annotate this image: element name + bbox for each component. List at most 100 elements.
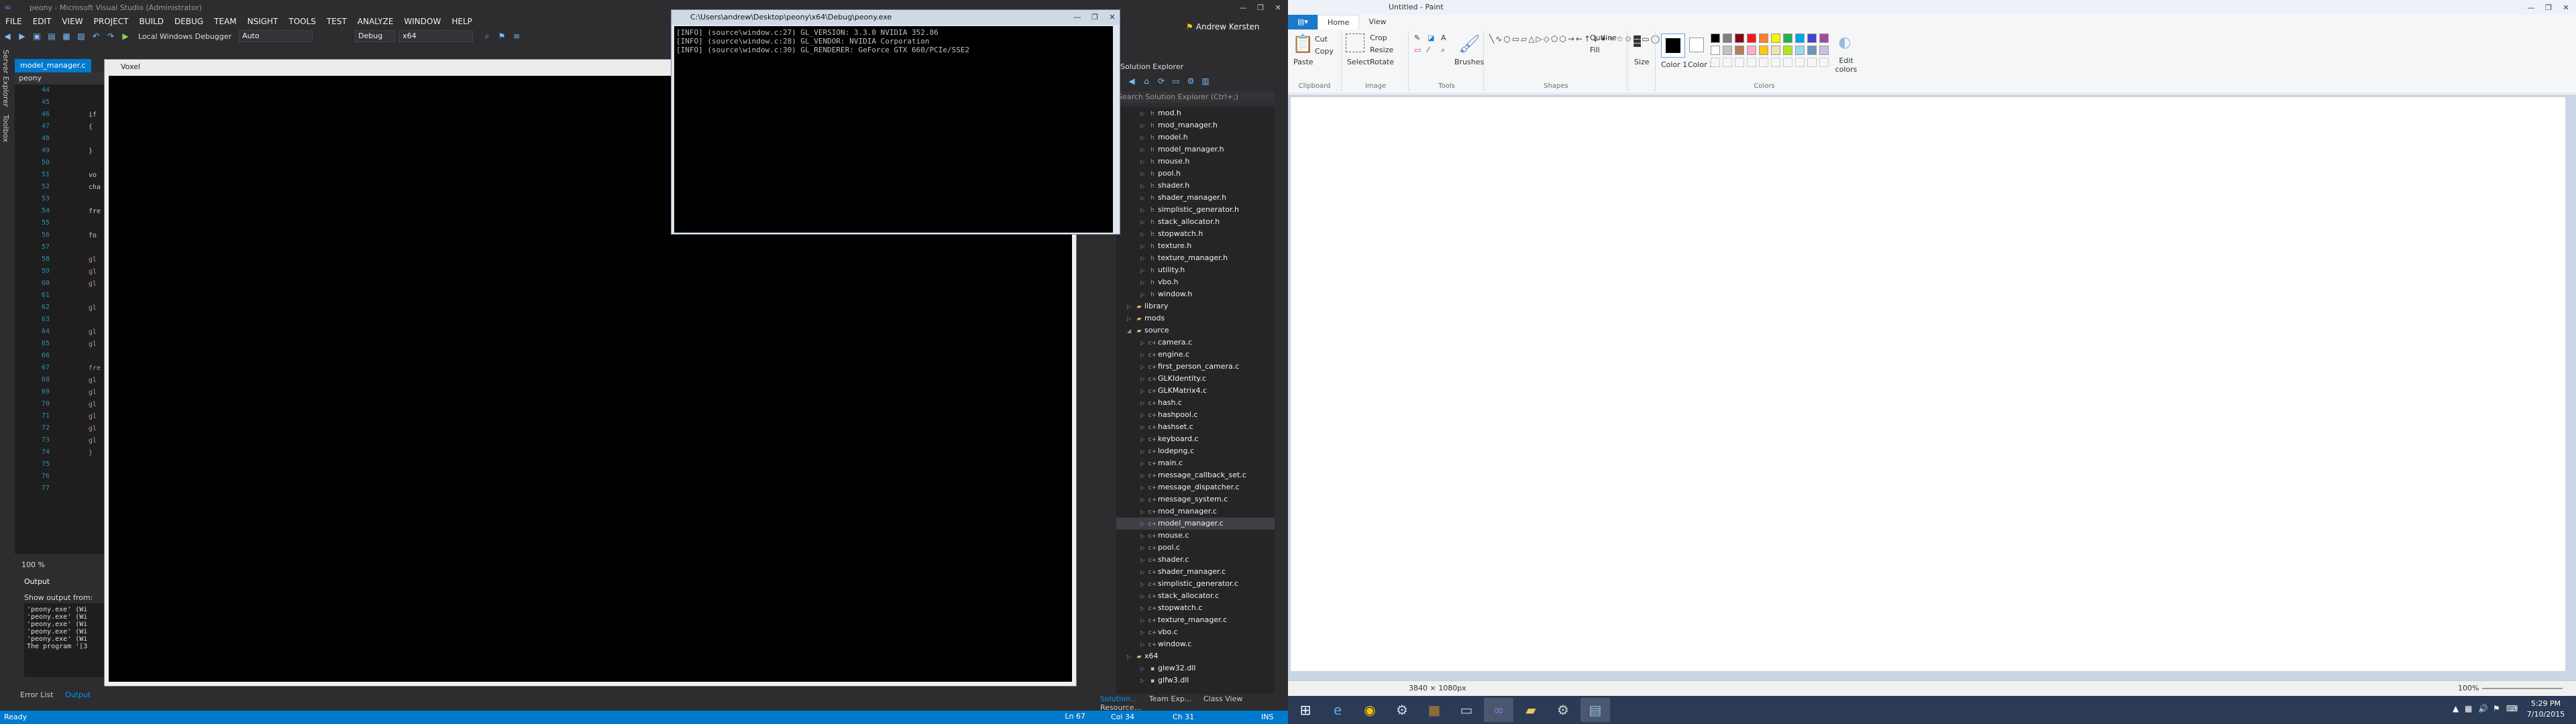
tree-file[interactable]: ▷ c+ engine.c xyxy=(1116,349,1275,361)
collapse-icon[interactable]: ▭ xyxy=(1171,76,1181,86)
expand-arrow-icon[interactable]: ▷ xyxy=(1140,422,1147,434)
tab-team-explorer[interactable]: Team Exp... xyxy=(1149,695,1192,703)
eraser-icon[interactable]: ▭ xyxy=(1414,46,1421,54)
palette-color-swatch[interactable] xyxy=(1783,46,1792,55)
back-icon[interactable]: ◀ xyxy=(1126,76,1137,86)
palette-color-swatch[interactable] xyxy=(1771,34,1780,43)
menu-tools[interactable]: TOOLS xyxy=(283,17,321,26)
menu-nsight[interactable]: NSIGHT xyxy=(242,17,284,26)
platform-select[interactable]: x64 xyxy=(399,30,474,42)
tree-file[interactable]: ▷ c+ hashpool.c xyxy=(1116,409,1275,421)
flag-icon[interactable]: ⚑ xyxy=(2493,704,2500,713)
expand-arrow-icon[interactable]: ▷ xyxy=(1140,385,1147,398)
brushes-button[interactable]: Brushes xyxy=(1454,58,1484,66)
volume-icon[interactable]: 🔊 xyxy=(2478,704,2488,713)
tree-file[interactable]: ▷ c+ GLKMatrix4.c xyxy=(1116,385,1275,397)
tree-file[interactable]: ▷ ▪ glfw3.dll xyxy=(1116,674,1275,686)
palette-color-swatch[interactable] xyxy=(1747,34,1756,43)
expand-arrow-icon[interactable]: ▷ xyxy=(1140,446,1147,458)
tree-file[interactable]: ▷ h model_manager.h xyxy=(1116,143,1275,156)
expand-arrow-icon[interactable]: ▷ xyxy=(1140,229,1147,241)
expand-arrow-icon[interactable]: ▷ xyxy=(1140,663,1147,675)
expand-arrow-icon[interactable]: ▷ xyxy=(1140,566,1147,579)
close-button[interactable]: ✕ xyxy=(1269,1,1287,13)
expand-arrow-icon[interactable]: ▷ xyxy=(1140,398,1147,410)
tree-folder[interactable]: ▷ ▰ mods xyxy=(1116,312,1275,324)
maximize-button[interactable]: ❐ xyxy=(1252,1,1269,13)
menu-debug[interactable]: DEBUG xyxy=(169,17,209,26)
expand-arrow-icon[interactable]: ▷ xyxy=(1140,361,1147,373)
tree-file[interactable]: ▷ c+ first_person_camera.c xyxy=(1116,361,1275,373)
tree-file[interactable]: ▷ c+ pool.c xyxy=(1116,542,1275,554)
tree-folder[interactable]: ▷ ▰ x64 xyxy=(1116,650,1275,662)
menu-help[interactable]: HELP xyxy=(446,17,478,26)
debugger-select[interactable]: Local Windows Debugger xyxy=(138,32,231,41)
tree-file[interactable]: ▷ c+ message_callback_set.c xyxy=(1116,469,1275,481)
expand-arrow-icon[interactable]: ▷ xyxy=(1140,542,1147,554)
edit-colors-icon[interactable]: ◐ xyxy=(1834,32,1856,54)
tree-file[interactable]: ▷ h window.h xyxy=(1116,288,1275,300)
expand-arrow-icon[interactable]: ▷ xyxy=(1127,301,1134,313)
tree-file[interactable]: ▷ c+ mouse.c xyxy=(1116,530,1275,542)
expand-arrow-icon[interactable]: ▷ xyxy=(1140,470,1147,482)
code-editor[interactable]: 44 45 46 47 48 49 50 51 52 53 54 55 56 57 58 59 60 61 62 63… xyxy=(15,84,109,554)
paint-icon[interactable]: ▤ xyxy=(1580,698,1610,722)
expand-arrow-icon[interactable]: ▷ xyxy=(1140,132,1147,144)
palette-color-swatch[interactable] xyxy=(1711,34,1720,43)
expand-arrow-icon[interactable]: ▷ xyxy=(1140,494,1147,506)
custom-color-slot[interactable] xyxy=(1795,58,1805,67)
tree-file[interactable]: ▷ h mod.h xyxy=(1116,107,1275,119)
tree-file[interactable]: ▷ c+ stopwatch.c xyxy=(1116,602,1275,614)
expand-arrow-icon[interactable]: ▷ xyxy=(1127,651,1134,663)
palette-color-swatch[interactable] xyxy=(1783,34,1792,43)
palette-color-swatch[interactable] xyxy=(1723,34,1732,43)
outline-button[interactable]: Outline xyxy=(1590,34,1617,42)
expand-arrow-icon[interactable]: ▷ xyxy=(1140,506,1147,518)
toolbox-tab[interactable]: Toolbox xyxy=(0,111,11,146)
tree-file[interactable]: ▷ h shader.h xyxy=(1116,180,1275,192)
minecraft-icon[interactable]: ■ xyxy=(1419,698,1449,722)
fill-bucket-icon[interactable]: ◪ xyxy=(1428,34,1434,42)
expand-arrow-icon[interactable]: ▷ xyxy=(1140,518,1147,530)
custom-color-slot[interactable] xyxy=(1771,58,1780,67)
expand-arrow-icon[interactable]: ▷ xyxy=(1140,349,1147,361)
tab-class-view[interactable]: Class View xyxy=(1203,695,1243,703)
tree-file[interactable]: ▷ c+ camera.c xyxy=(1116,337,1275,349)
maximize-button[interactable]: ❐ xyxy=(1086,11,1104,23)
color1-swatch[interactable] xyxy=(1661,34,1685,58)
paste-icon[interactable]: 📋 xyxy=(1292,34,1313,55)
expand-arrow-icon[interactable]: ▷ xyxy=(1140,217,1147,229)
color1-button[interactable]: Color 1 xyxy=(1661,60,1687,69)
tab-solution[interactable]: Solution... xyxy=(1100,695,1137,703)
expand-arrow-icon[interactable]: ▷ xyxy=(1140,579,1147,591)
fill-button[interactable]: Fill xyxy=(1590,46,1600,54)
select-button[interactable]: Select xyxy=(1347,58,1370,66)
home-icon[interactable]: ⌂ xyxy=(1141,76,1152,86)
palette-color-swatch[interactable] xyxy=(1735,46,1744,55)
expand-arrow-icon[interactable]: ▷ xyxy=(1140,373,1147,385)
tree-file[interactable]: ▷ ▪ glew32.dll xyxy=(1116,662,1275,674)
start-debug-icon[interactable]: ▶ xyxy=(120,31,131,42)
color-picker-icon[interactable]: ⁄ xyxy=(1428,46,1429,54)
menu-project[interactable]: PROJECT xyxy=(89,17,134,26)
tab-view[interactable]: View xyxy=(1359,15,1395,29)
tree-file[interactable]: ▷ h mouse.h xyxy=(1116,156,1275,168)
expand-arrow-icon[interactable]: ▷ xyxy=(1140,627,1147,639)
custom-color-slot[interactable] xyxy=(1759,58,1768,67)
tree-folder[interactable]: ◢ ▰ source xyxy=(1116,324,1275,337)
server-explorer-tab[interactable]: Server Explorer xyxy=(0,46,11,111)
editor-zoom[interactable]: 100 % xyxy=(21,560,45,569)
palette-color-swatch[interactable] xyxy=(1807,34,1817,43)
expand-arrow-icon[interactable]: ▷ xyxy=(1140,554,1147,566)
custom-color-slot[interactable] xyxy=(1783,58,1792,67)
show-all-icon[interactable]: ▥ xyxy=(1200,76,1211,86)
tab-output[interactable]: Output xyxy=(65,690,91,699)
menu-window[interactable]: WINDOW xyxy=(398,17,446,26)
account-signin[interactable]: ⚑ Andrew Kersten xyxy=(1186,22,1259,32)
tab-home[interactable]: Home xyxy=(1317,15,1360,29)
cmd-icon[interactable]: ▭ xyxy=(1452,698,1481,722)
tab-error-list[interactable]: Error List xyxy=(20,690,54,699)
paste-button[interactable]: Paste xyxy=(1293,58,1313,66)
taskbar-clock[interactable]: 5:29 PM 7/10/2015 xyxy=(2522,699,2569,720)
expand-arrow-icon[interactable]: ◢ xyxy=(1127,325,1134,337)
